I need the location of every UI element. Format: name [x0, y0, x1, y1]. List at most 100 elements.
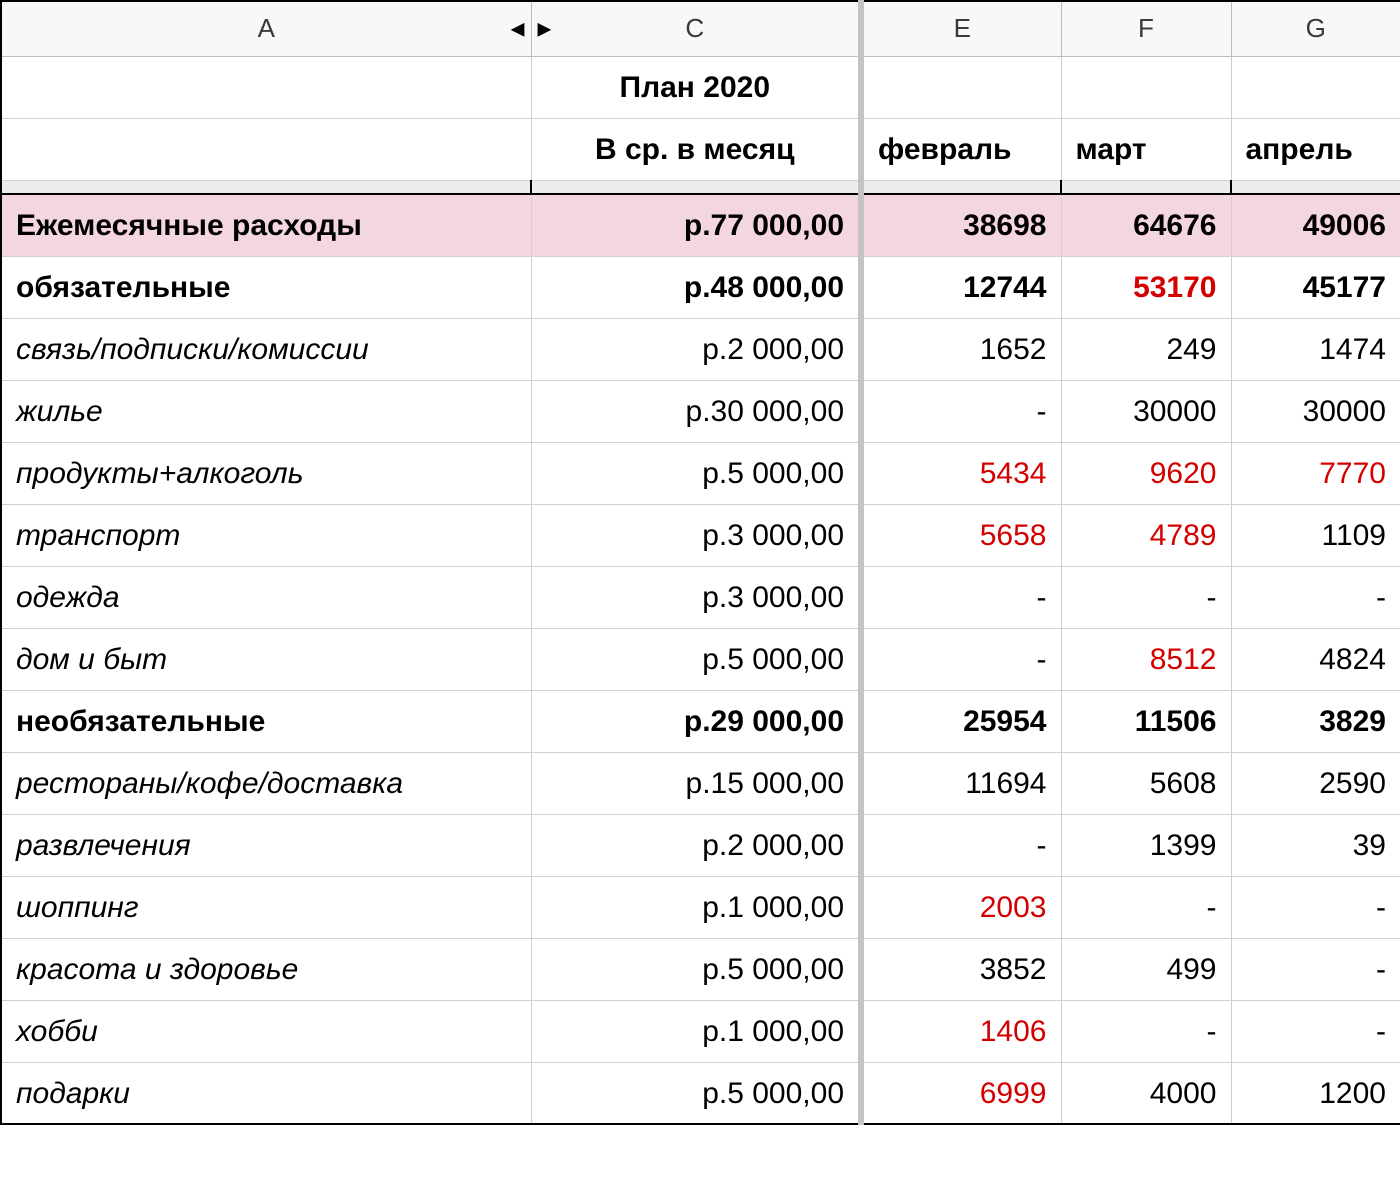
- row-label-cell[interactable]: транспорт: [1, 504, 531, 566]
- row-label-cell[interactable]: одежда: [1, 566, 531, 628]
- mar-cell[interactable]: 9620: [1061, 442, 1231, 504]
- plan-cell[interactable]: р.2 000,00: [531, 318, 861, 380]
- plan-cell[interactable]: р.5 000,00: [531, 442, 861, 504]
- apr-cell[interactable]: -: [1231, 938, 1400, 1000]
- plan-cell[interactable]: р.5 000,00: [531, 628, 861, 690]
- row-label-cell[interactable]: Ежемесячные расходы: [1, 194, 531, 256]
- mar-cell[interactable]: 1399: [1061, 814, 1231, 876]
- header-row-plan: План 2020: [1, 56, 1400, 118]
- cell[interactable]: [1, 118, 531, 180]
- row-label-cell[interactable]: продукты+алкоголь: [1, 442, 531, 504]
- apr-cell[interactable]: 49006: [1231, 194, 1400, 256]
- apr-cell[interactable]: 1109: [1231, 504, 1400, 566]
- plan-cell[interactable]: р.15 000,00: [531, 752, 861, 814]
- feb-cell[interactable]: -: [861, 566, 1061, 628]
- feb-cell[interactable]: 1652: [861, 318, 1061, 380]
- plan-cell[interactable]: р.48 000,00: [531, 256, 861, 318]
- row-label-cell[interactable]: связь/подписки/комиссии: [1, 318, 531, 380]
- month-apr-cell[interactable]: апрель: [1231, 118, 1400, 180]
- mar-cell[interactable]: 4000: [1061, 1062, 1231, 1124]
- apr-cell[interactable]: 4824: [1231, 628, 1400, 690]
- table-row: рестораны/кофе/доставкар.15 000,00116945…: [1, 752, 1400, 814]
- mar-cell[interactable]: 249: [1061, 318, 1231, 380]
- feb-cell[interactable]: 11694: [861, 752, 1061, 814]
- row-label-cell[interactable]: рестораны/кофе/доставка: [1, 752, 531, 814]
- apr-cell[interactable]: 30000: [1231, 380, 1400, 442]
- apr-cell[interactable]: 7770: [1231, 442, 1400, 504]
- feb-cell[interactable]: -: [861, 380, 1061, 442]
- table-row: необязательныер.29 000,0025954115063829: [1, 690, 1400, 752]
- expand-right-icon[interactable]: ▶: [538, 17, 552, 40]
- feb-cell[interactable]: 38698: [861, 194, 1061, 256]
- plan-title-cell[interactable]: План 2020: [531, 56, 861, 118]
- plan-cell[interactable]: р.29 000,00: [531, 690, 861, 752]
- column-header-C[interactable]: ▶ C: [531, 1, 861, 56]
- spacer-row: [1, 180, 1400, 194]
- column-header-E[interactable]: E: [861, 1, 1061, 56]
- table-row: хоббир.1 000,001406--: [1, 1000, 1400, 1062]
- mar-cell[interactable]: -: [1061, 876, 1231, 938]
- avg-per-month-cell[interactable]: В ср. в месяц: [531, 118, 861, 180]
- month-mar-cell[interactable]: март: [1061, 118, 1231, 180]
- apr-cell[interactable]: 45177: [1231, 256, 1400, 318]
- column-header-F[interactable]: F: [1061, 1, 1231, 56]
- row-label-cell[interactable]: обязательные: [1, 256, 531, 318]
- plan-cell[interactable]: р.1 000,00: [531, 1000, 861, 1062]
- feb-cell[interactable]: 5658: [861, 504, 1061, 566]
- row-label-cell[interactable]: жилье: [1, 380, 531, 442]
- plan-cell[interactable]: р.5 000,00: [531, 938, 861, 1000]
- budget-spreadsheet[interactable]: A ◀ ▶ C E F G План 2020 В ср. в месяц фе…: [0, 0, 1400, 1125]
- mar-cell[interactable]: 64676: [1061, 194, 1231, 256]
- apr-cell[interactable]: -: [1231, 1000, 1400, 1062]
- feb-cell[interactable]: 5434: [861, 442, 1061, 504]
- collapse-left-icon[interactable]: ◀: [511, 17, 525, 40]
- feb-cell[interactable]: -: [861, 814, 1061, 876]
- row-label-cell[interactable]: хобби: [1, 1000, 531, 1062]
- mar-cell[interactable]: 499: [1061, 938, 1231, 1000]
- column-header-A[interactable]: A ◀: [1, 1, 531, 56]
- plan-cell[interactable]: р.30 000,00: [531, 380, 861, 442]
- apr-cell[interactable]: 1474: [1231, 318, 1400, 380]
- row-label-cell[interactable]: подарки: [1, 1062, 531, 1124]
- mar-cell[interactable]: -: [1061, 1000, 1231, 1062]
- feb-cell[interactable]: 3852: [861, 938, 1061, 1000]
- feb-cell[interactable]: 2003: [861, 876, 1061, 938]
- mar-cell[interactable]: 30000: [1061, 380, 1231, 442]
- mar-cell[interactable]: 5608: [1061, 752, 1231, 814]
- plan-cell[interactable]: р.77 000,00: [531, 194, 861, 256]
- feb-cell[interactable]: 6999: [861, 1062, 1061, 1124]
- cell[interactable]: [1231, 56, 1400, 118]
- mar-cell[interactable]: 11506: [1061, 690, 1231, 752]
- apr-cell[interactable]: -: [1231, 566, 1400, 628]
- feb-cell[interactable]: -: [861, 628, 1061, 690]
- column-header-G[interactable]: G: [1231, 1, 1400, 56]
- apr-cell[interactable]: -: [1231, 876, 1400, 938]
- month-feb-cell[interactable]: февраль: [861, 118, 1061, 180]
- row-label-cell[interactable]: дом и быт: [1, 628, 531, 690]
- plan-cell[interactable]: р.3 000,00: [531, 504, 861, 566]
- mar-cell[interactable]: 4789: [1061, 504, 1231, 566]
- apr-cell[interactable]: 2590: [1231, 752, 1400, 814]
- cell[interactable]: [1061, 56, 1231, 118]
- feb-cell[interactable]: 12744: [861, 256, 1061, 318]
- column-label: C: [685, 13, 704, 43]
- plan-cell[interactable]: р.3 000,00: [531, 566, 861, 628]
- apr-cell[interactable]: 1200: [1231, 1062, 1400, 1124]
- apr-cell[interactable]: 39: [1231, 814, 1400, 876]
- apr-cell[interactable]: 3829: [1231, 690, 1400, 752]
- mar-cell[interactable]: 8512: [1061, 628, 1231, 690]
- plan-cell[interactable]: р.5 000,00: [531, 1062, 861, 1124]
- cell[interactable]: [861, 56, 1061, 118]
- plan-cell[interactable]: р.1 000,00: [531, 876, 861, 938]
- feb-cell[interactable]: 25954: [861, 690, 1061, 752]
- mar-cell[interactable]: 53170: [1061, 256, 1231, 318]
- row-label-cell[interactable]: шоппинг: [1, 876, 531, 938]
- plan-cell[interactable]: р.2 000,00: [531, 814, 861, 876]
- mar-cell[interactable]: -: [1061, 566, 1231, 628]
- table-row: одеждар.3 000,00---: [1, 566, 1400, 628]
- feb-cell[interactable]: 1406: [861, 1000, 1061, 1062]
- row-label-cell[interactable]: развлечения: [1, 814, 531, 876]
- row-label-cell[interactable]: красота и здоровье: [1, 938, 531, 1000]
- cell[interactable]: [1, 56, 531, 118]
- row-label-cell[interactable]: необязательные: [1, 690, 531, 752]
